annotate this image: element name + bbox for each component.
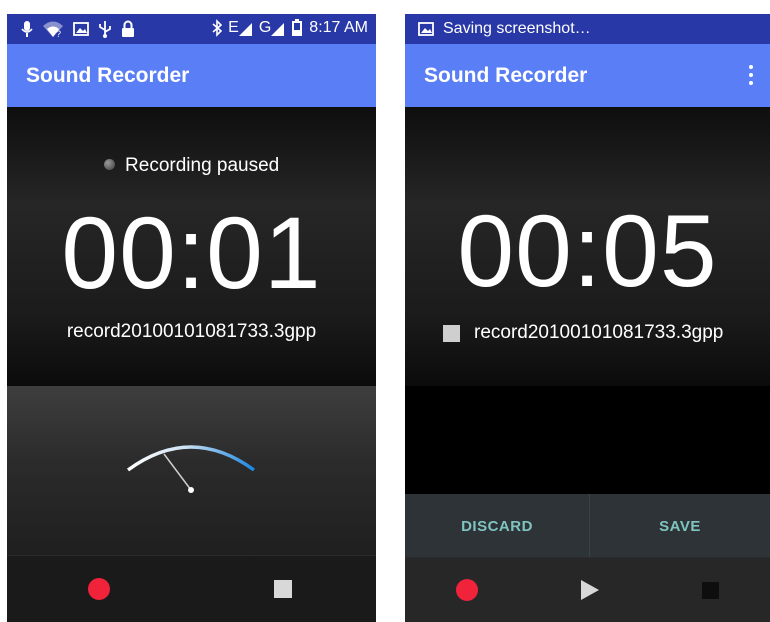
action-bar: DISCARD SAVE [405,494,770,558]
save-label: SAVE [659,517,701,535]
network-g-label: G [258,19,272,36]
file-name: record20100101081733.3gpp [474,322,724,343]
timer: 00:01 [61,196,322,310]
stop-button[interactable] [274,580,292,598]
vu-scale-arc [126,445,256,472]
bluetooth-icon [212,19,223,37]
wifi-question-icon: ? [43,21,63,38]
recording-state: Recording paused [7,155,376,177]
record-button[interactable] [88,578,110,600]
record-button[interactable] [456,579,478,601]
app-title: Sound Recorder [26,64,190,87]
app-bar: Sound Recorder [405,44,770,107]
stop-button[interactable] [702,582,719,599]
app-bar: Sound Recorder [7,44,376,107]
file-name: record20100101081733.3gpp [66,321,317,342]
vu-pivot [188,487,194,493]
recording-state-label: Recording paused [125,155,280,176]
app-title: Sound Recorder [424,64,588,87]
empty-panel [405,386,770,494]
discard-label: DISCARD [461,517,533,535]
timer: 00:05 [457,194,718,308]
signal-e-icon: E [228,19,253,37]
discard-button[interactable]: DISCARD [405,494,590,558]
status-bar: ? E G 8:17 AM [7,14,376,44]
recorder-panel: 00:05 record20100101081733.3gpp [405,107,770,386]
svg-text:?: ? [56,29,61,38]
screenshot-notification-icon [418,22,434,36]
paused-indicator-icon [103,159,115,170]
vu-needle [163,453,192,491]
clock: 8:17 AM [309,19,368,36]
network-e-label: E [228,19,239,36]
file-row: record20100101081733.3gpp [443,322,723,344]
battery-icon [292,19,303,36]
usb-icon [99,21,111,38]
status-bar: Saving screenshot… [405,14,770,44]
vu-meter-panel [7,386,376,556]
usb-mic-icon [21,21,33,37]
notification-text: Saving screenshot… [443,20,591,37]
signal-g-icon: G [259,19,285,37]
lock-icon [122,20,134,37]
control-bar [405,557,770,622]
image-icon [73,22,89,36]
left-screen: ? E G 8:17 AM Sound Recorder Recording p… [7,14,376,622]
recorder-panel: Recording paused 00:01 record20100101081… [7,107,376,386]
right-screen: Saving screenshot… Sound Recorder 00:05 … [405,14,770,622]
overflow-menu-icon[interactable] [748,65,754,85]
play-icon[interactable] [580,579,600,601]
control-bar [7,555,376,622]
save-button[interactable]: SAVE [590,494,770,558]
file-checkbox[interactable] [443,324,460,342]
vu-meter [126,445,256,493]
